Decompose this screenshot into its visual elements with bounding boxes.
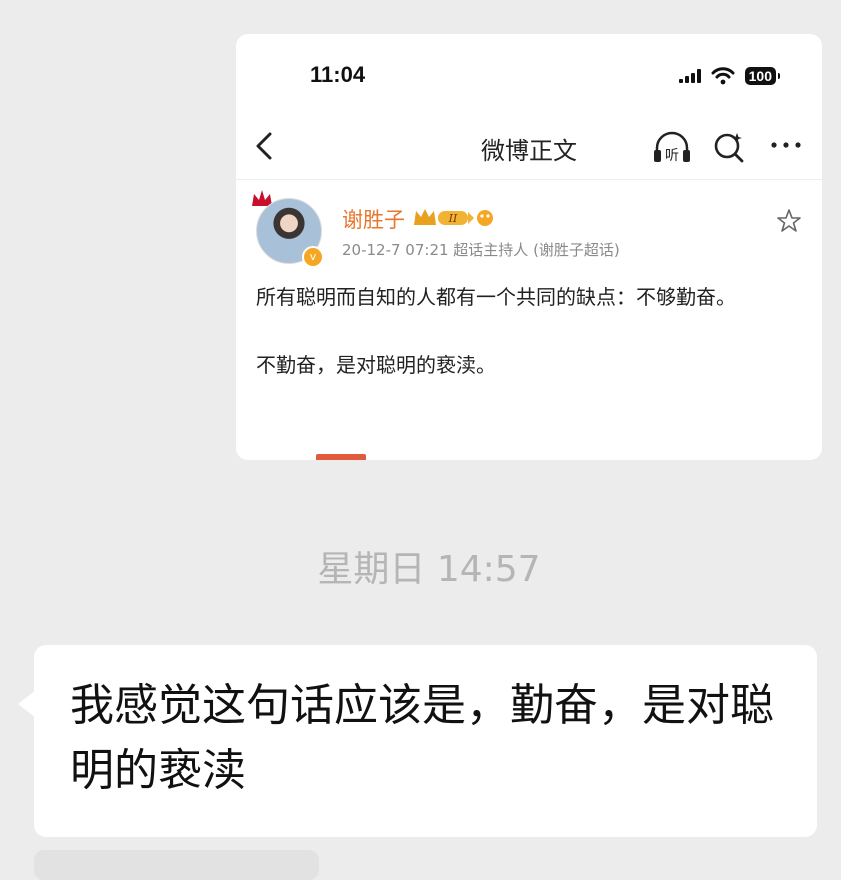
chat-message-text: 我感觉这句话应该是，勤奋，是对聪明的亵渎 [70, 680, 774, 796]
cropped-tag [316, 454, 366, 460]
battery-icon: 100 [744, 67, 781, 85]
favorite-star-icon[interactable] [776, 208, 802, 234]
chat-timestamp: 星期日 14:57 [317, 549, 541, 590]
post-author-name[interactable]: 谢胜子 [342, 204, 405, 234]
wifi-icon [711, 67, 735, 85]
more-options-icon[interactable] [768, 130, 804, 160]
status-icons: 100 [678, 65, 781, 87]
listen-label: 听 [665, 148, 679, 164]
listen-headphones-icon[interactable]: 听 [652, 130, 692, 164]
status-time: 11:04 [310, 62, 366, 87]
next-message-bubble[interactable] [34, 850, 319, 880]
verified-badge-icon: v [302, 246, 324, 268]
chat-message-bubble[interactable]: 我感觉这句话应该是，勤奋，是对聪明的亵渎 [34, 645, 817, 837]
shared-screenshot-image[interactable]: 11:04 100 微博正文 听 v 谢胜子 II 20-12-7 07:21 … [236, 34, 822, 460]
post-meta: 20-12-7 07:21 超话主持人 (谢胜子超话) [342, 241, 620, 259]
post-paragraph: 所有聪明而自知的人都有一个共同的缺点：不够勤奋。 [256, 285, 736, 309]
search-sparkle-icon[interactable] [712, 130, 746, 164]
signal-icon [678, 69, 701, 83]
post-body: 所有聪明而自知的人都有一个共同的缺点：不够勤奋。 不勤奋，是对聪明的亵渎。 [256, 280, 796, 382]
post-paragraph: 不勤奋，是对聪明的亵渎。 [256, 353, 496, 377]
vip-crown-badge-icon: II [414, 209, 493, 226]
nav-divider [236, 179, 822, 180]
vip-level-text: II [448, 212, 458, 225]
